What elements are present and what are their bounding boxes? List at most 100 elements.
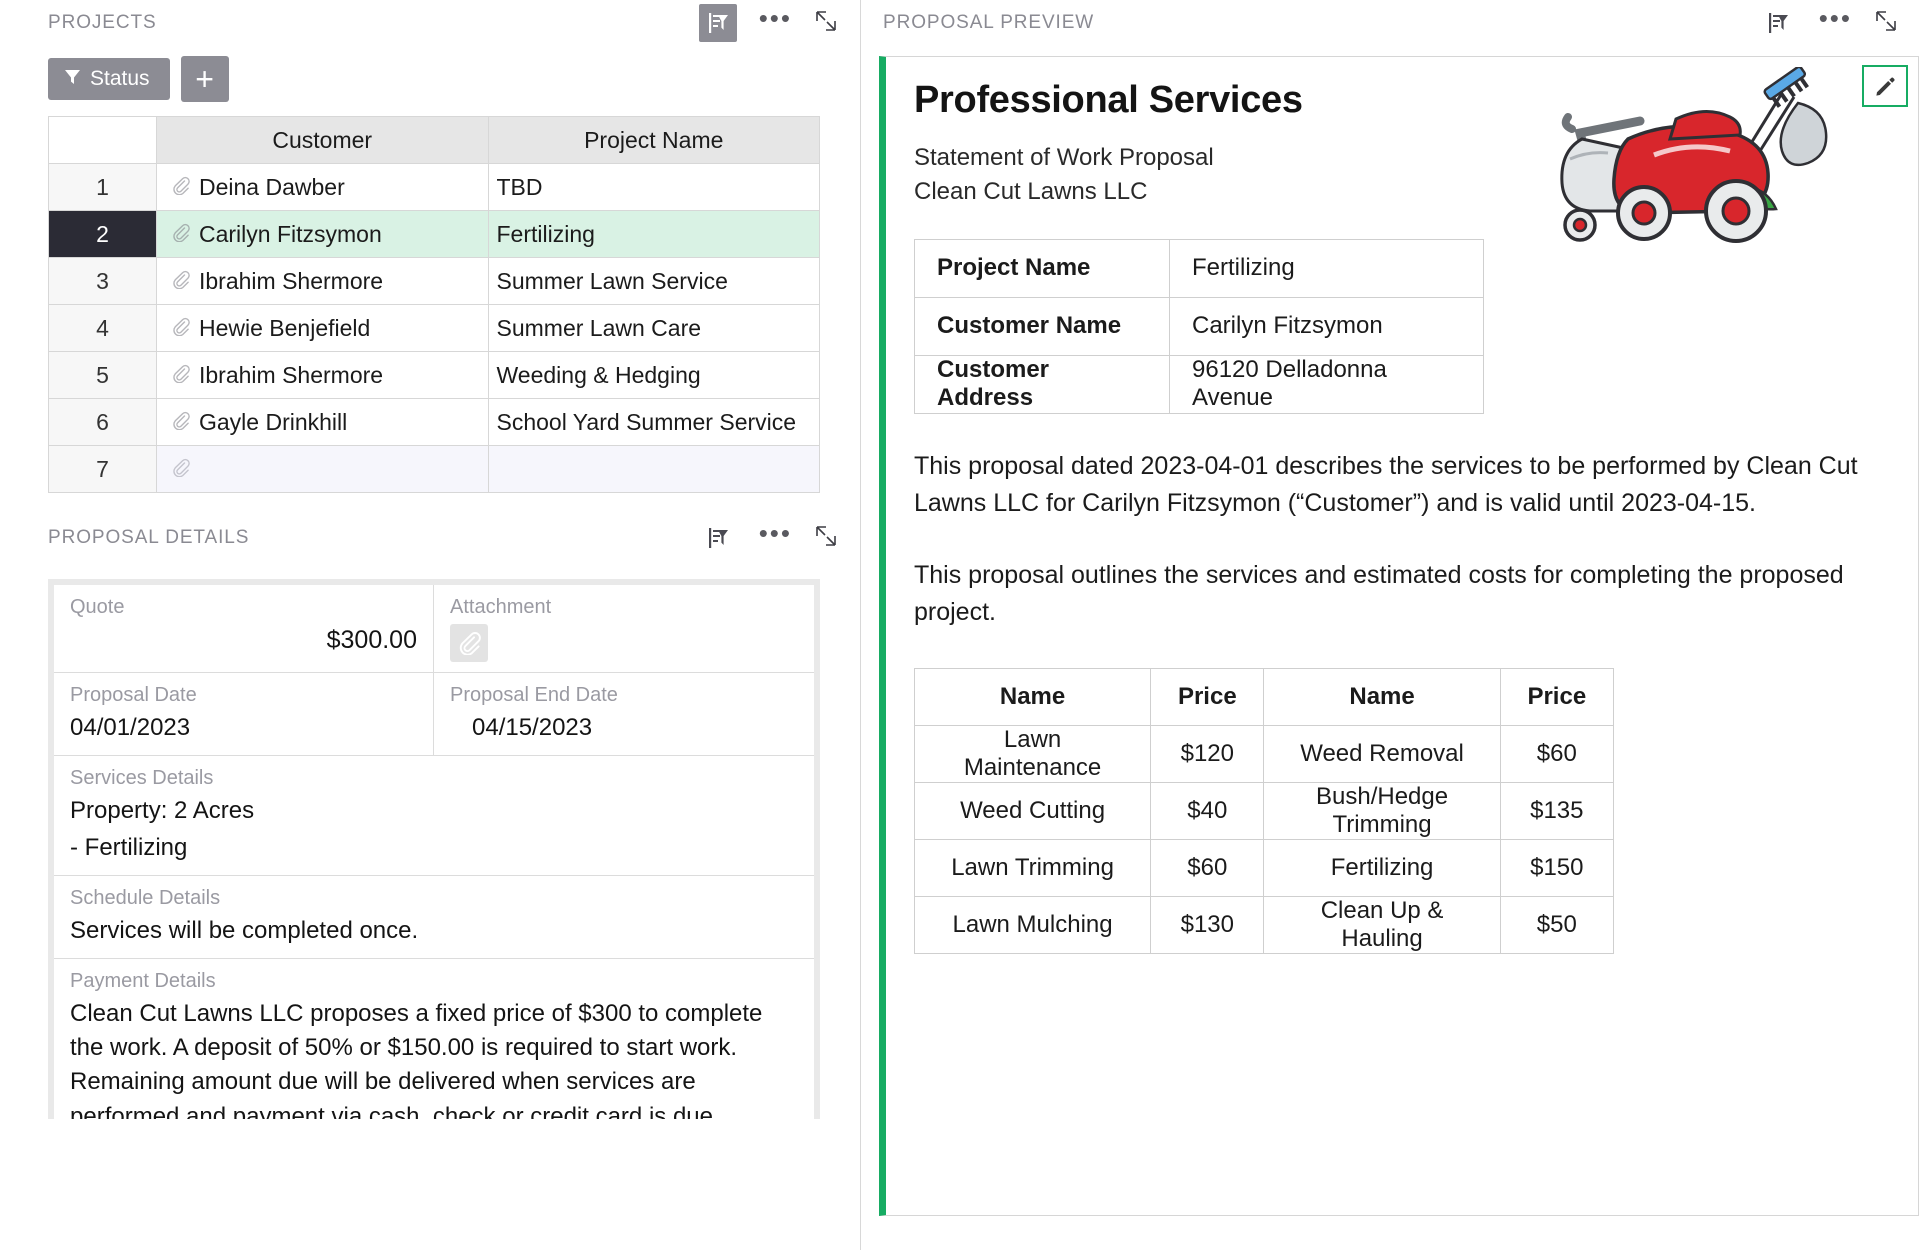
quote-attachment-row: Quote $300.00 Attachment (54, 585, 814, 673)
service-price: $135 (1500, 782, 1613, 839)
projects-table-body: 1 Deina Dawber TBD 2 (49, 164, 820, 493)
cell-project-name[interactable] (488, 446, 820, 493)
service-price: $40 (1151, 782, 1264, 839)
expand-icon[interactable] (814, 524, 838, 553)
service-name: Fertilizing (1264, 839, 1500, 896)
cell-project-name[interactable]: Summer Lawn Care (488, 305, 820, 352)
service-name: Clean Up & Hauling (1264, 896, 1500, 953)
service-name: Lawn Trimming (915, 839, 1151, 896)
services-details-label: Services Details (70, 765, 798, 791)
paperclip-icon (171, 268, 190, 295)
table-row[interactable]: 2 Carilyn Fitzsymon Fertilizing (49, 211, 820, 258)
quote-label: Quote (70, 594, 417, 620)
cell-project-name[interactable]: TBD (488, 164, 820, 211)
table-row[interactable]: 7 (49, 446, 820, 493)
filter-list-icon[interactable] (699, 4, 737, 42)
status-filter-button[interactable]: Status (48, 58, 170, 100)
schedule-row: Schedule Details Services will be comple… (54, 876, 814, 959)
pencil-icon[interactable] (1862, 65, 1908, 107)
table-row[interactable]: 1 Deina Dawber TBD (49, 164, 820, 211)
document-paragraph-2: This proposal outlines the services and … (914, 557, 1884, 632)
customer-name: Gayle Drinkhill (199, 409, 347, 436)
add-project-button[interactable]: + (181, 56, 229, 102)
row-number[interactable]: 5 (49, 352, 157, 399)
more-options-icon[interactable]: ••• (759, 14, 792, 32)
column-header-customer[interactable]: Customer (157, 117, 489, 164)
cell-customer[interactable]: Ibrahim Shermore (157, 258, 489, 305)
filter-list-icon[interactable] (1759, 4, 1797, 42)
cell-customer[interactable]: Deina Dawber (157, 164, 489, 211)
table-row[interactable]: 6 Gayle Drinkhill School Yard Summer Ser… (49, 399, 820, 446)
cell-customer[interactable] (157, 446, 489, 493)
payment-details-field[interactable]: Payment Details Clean Cut Lawns LLC prop… (54, 959, 814, 1119)
plus-icon: + (195, 63, 214, 95)
proposal-date-value: 04/01/2023 (70, 711, 417, 745)
services-row: Services Details Property: 2 Acres - Fer… (54, 756, 814, 876)
customer-name: Deina Dawber (199, 174, 345, 201)
details-form: Quote $300.00 Attachment Proposal Da (54, 585, 814, 1119)
customer-name: Hewie Benjefield (199, 315, 370, 342)
projects-grid-container[interactable]: Customer Project Name 1 Deina Dawber (48, 116, 820, 493)
service-name: Weed Removal (1264, 725, 1500, 782)
column-header-project-name[interactable]: Project Name (488, 117, 820, 164)
details-panel-header: PROPOSAL DETAILS ••• (0, 515, 860, 561)
cell-project-name[interactable]: School Yard Summer Service (488, 399, 820, 446)
proposal-end-date-value: 04/15/2023 (450, 711, 798, 745)
info-key: Customer Name (915, 297, 1170, 355)
quote-value: $300.00 (70, 623, 417, 659)
proposal-end-date-field[interactable]: Proposal End Date 04/15/2023 (434, 673, 814, 756)
proposal-info-table: Project Name Fertilizing Customer Name C… (914, 239, 1484, 414)
price-col-header-price-2: Price (1500, 668, 1613, 725)
table-row[interactable]: 5 Ibrahim Shermore Weeding & Hedging (49, 352, 820, 399)
paperclip-icon (171, 362, 190, 389)
cell-customer[interactable]: Gayle Drinkhill (157, 399, 489, 446)
table-row[interactable]: 4 Hewie Benjefield Summer Lawn Care (49, 305, 820, 352)
service-price: $120 (1151, 725, 1264, 782)
price-col-header-name-2: Name (1264, 668, 1500, 725)
row-number[interactable]: 2 (49, 211, 157, 258)
table-row[interactable]: 3 Ibrahim Shermore Summer Lawn Service (49, 258, 820, 305)
cell-customer[interactable]: Carilyn Fitzsymon (157, 211, 489, 258)
service-name: Lawn Mulching (915, 896, 1151, 953)
price-col-header-price-1: Price (1151, 668, 1264, 725)
payment-details-value: Clean Cut Lawns LLC proposes a fixed pri… (70, 997, 798, 1119)
dates-row: Proposal Date 04/01/2023 Proposal End Da… (54, 673, 814, 756)
filter-list-icon[interactable] (699, 519, 737, 557)
row-number[interactable]: 4 (49, 305, 157, 352)
expand-icon[interactable] (814, 9, 838, 38)
service-name: Weed Cutting (915, 782, 1151, 839)
service-price: $60 (1151, 839, 1264, 896)
row-number[interactable]: 3 (49, 258, 157, 305)
page-title: PROJECTS (48, 12, 157, 34)
proposal-date-field[interactable]: Proposal Date 04/01/2023 (54, 673, 434, 756)
customer-name: Ibrahim Shermore (199, 268, 383, 295)
price-row: Lawn Mulching $130 Clean Up & Hauling $5… (915, 896, 1614, 953)
projects-toolbar: Status + (0, 46, 860, 102)
attachment-field[interactable]: Attachment (434, 585, 814, 673)
schedule-details-field[interactable]: Schedule Details Services will be comple… (54, 876, 814, 959)
preview-panel-header: PROPOSAL PREVIEW ••• (861, 0, 1920, 46)
quote-field[interactable]: Quote $300.00 (54, 585, 434, 673)
proposal-document: Professional Services Statement of Work … (879, 56, 1919, 1216)
cell-customer[interactable]: Hewie Benjefield (157, 305, 489, 352)
row-number[interactable]: 7 (49, 446, 157, 493)
row-number[interactable]: 6 (49, 399, 157, 446)
expand-icon[interactable] (1874, 9, 1898, 38)
details-panel-title: PROPOSAL DETAILS (48, 527, 249, 549)
info-key: Project Name (915, 239, 1170, 297)
row-number[interactable]: 1 (49, 164, 157, 211)
services-details-line-1: Property: 2 Acres (70, 794, 798, 828)
projects-table: Customer Project Name 1 Deina Dawber (48, 116, 820, 493)
more-options-icon[interactable]: ••• (759, 529, 792, 547)
info-value: Fertilizing (1170, 239, 1484, 297)
paperclip-icon[interactable] (450, 624, 488, 662)
cell-project-name[interactable]: Weeding & Hedging (488, 352, 820, 399)
cell-project-name[interactable]: Summer Lawn Service (488, 258, 820, 305)
more-options-icon[interactable]: ••• (1819, 14, 1852, 32)
cell-customer[interactable]: Ibrahim Shermore (157, 352, 489, 399)
services-details-field[interactable]: Services Details Property: 2 Acres - Fer… (54, 756, 814, 876)
price-row: Lawn Trimming $60 Fertilizing $150 (915, 839, 1614, 896)
column-header-rownum[interactable] (49, 117, 157, 164)
cell-project-name[interactable]: Fertilizing (488, 211, 820, 258)
document-paragraph-1: This proposal dated 2023-04-01 describes… (914, 448, 1884, 523)
